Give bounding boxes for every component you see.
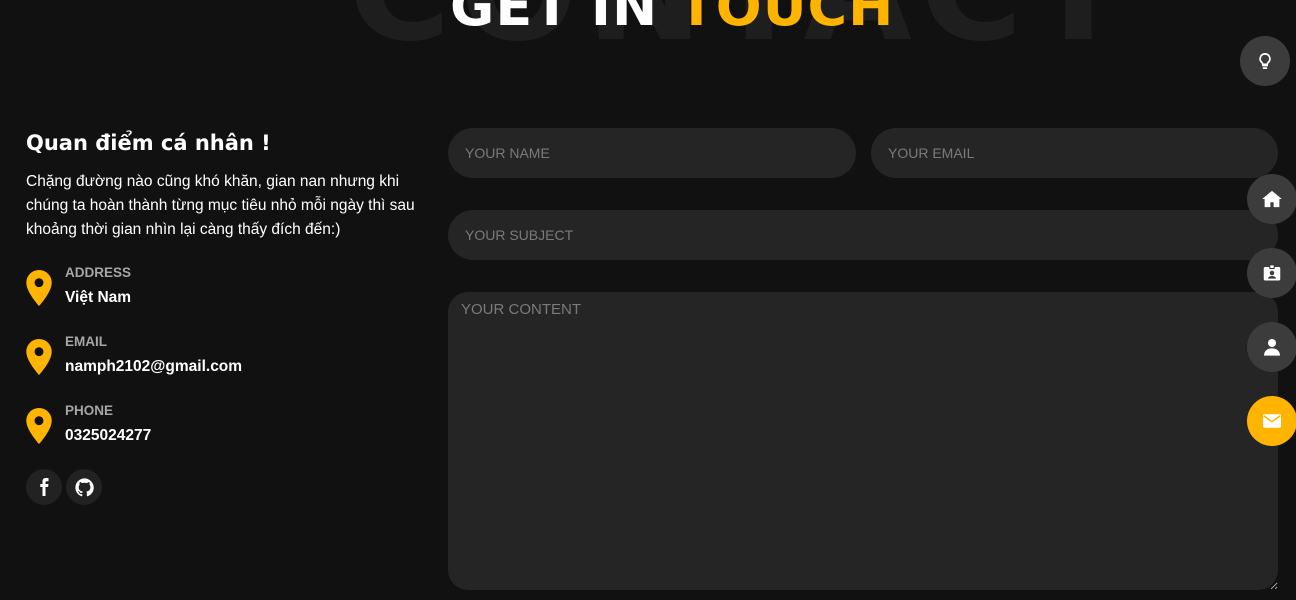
name-input[interactable]: [448, 128, 856, 178]
contact-value: Việt Nam: [65, 289, 132, 306]
lightbulb-icon: [1259, 53, 1271, 69]
nav-theme-button[interactable]: [1240, 36, 1290, 86]
map-pin-icon: [26, 339, 52, 375]
nav-profile-button[interactable]: [1247, 322, 1296, 372]
intro-text: Chặng đường nào cũng khó khăn, gian nan …: [26, 173, 415, 238]
contact-item-phone: PHONE 0325024277: [26, 403, 426, 451]
user-icon: [1264, 339, 1280, 356]
contact-item-address: ADDRESS Việt Nam: [26, 265, 426, 313]
contact-label: ADDRESS: [65, 265, 132, 280]
page-title: GET IN TOUCH: [450, 0, 894, 34]
envelope-icon: [1263, 414, 1281, 428]
contact-value: 0325024277: [65, 427, 152, 444]
nav-home-button[interactable]: [1247, 174, 1296, 224]
home-icon: [1262, 190, 1282, 208]
nav-about-button[interactable]: [1247, 248, 1296, 298]
map-pin-icon: [26, 408, 52, 444]
intro-title: Quan điểm cá nhân !: [26, 131, 271, 155]
id-card-icon: [1263, 264, 1281, 281]
map-pin-icon: [26, 270, 52, 306]
content-textarea[interactable]: [448, 292, 1278, 590]
contact-value: namph2102@gmail.com: [65, 358, 243, 375]
contact-label: PHONE: [65, 403, 114, 418]
title-part-white: GET IN: [450, 0, 659, 38]
contact-page: CONTACT GET IN TOUCH Quan điểm cá nhân !…: [0, 0, 1296, 600]
contact-item-email: EMAIL namph2102@gmail.com: [26, 334, 426, 382]
github-link[interactable]: [66, 469, 102, 505]
title-part-accent: TOUCH: [677, 0, 895, 38]
github-icon: [74, 477, 94, 496]
nav-contact-button[interactable]: [1247, 396, 1296, 446]
email-input[interactable]: [871, 128, 1278, 178]
facebook-icon: [40, 478, 49, 496]
subject-input[interactable]: [448, 210, 1278, 260]
contact-label: EMAIL: [65, 334, 107, 349]
facebook-link[interactable]: [26, 469, 62, 505]
